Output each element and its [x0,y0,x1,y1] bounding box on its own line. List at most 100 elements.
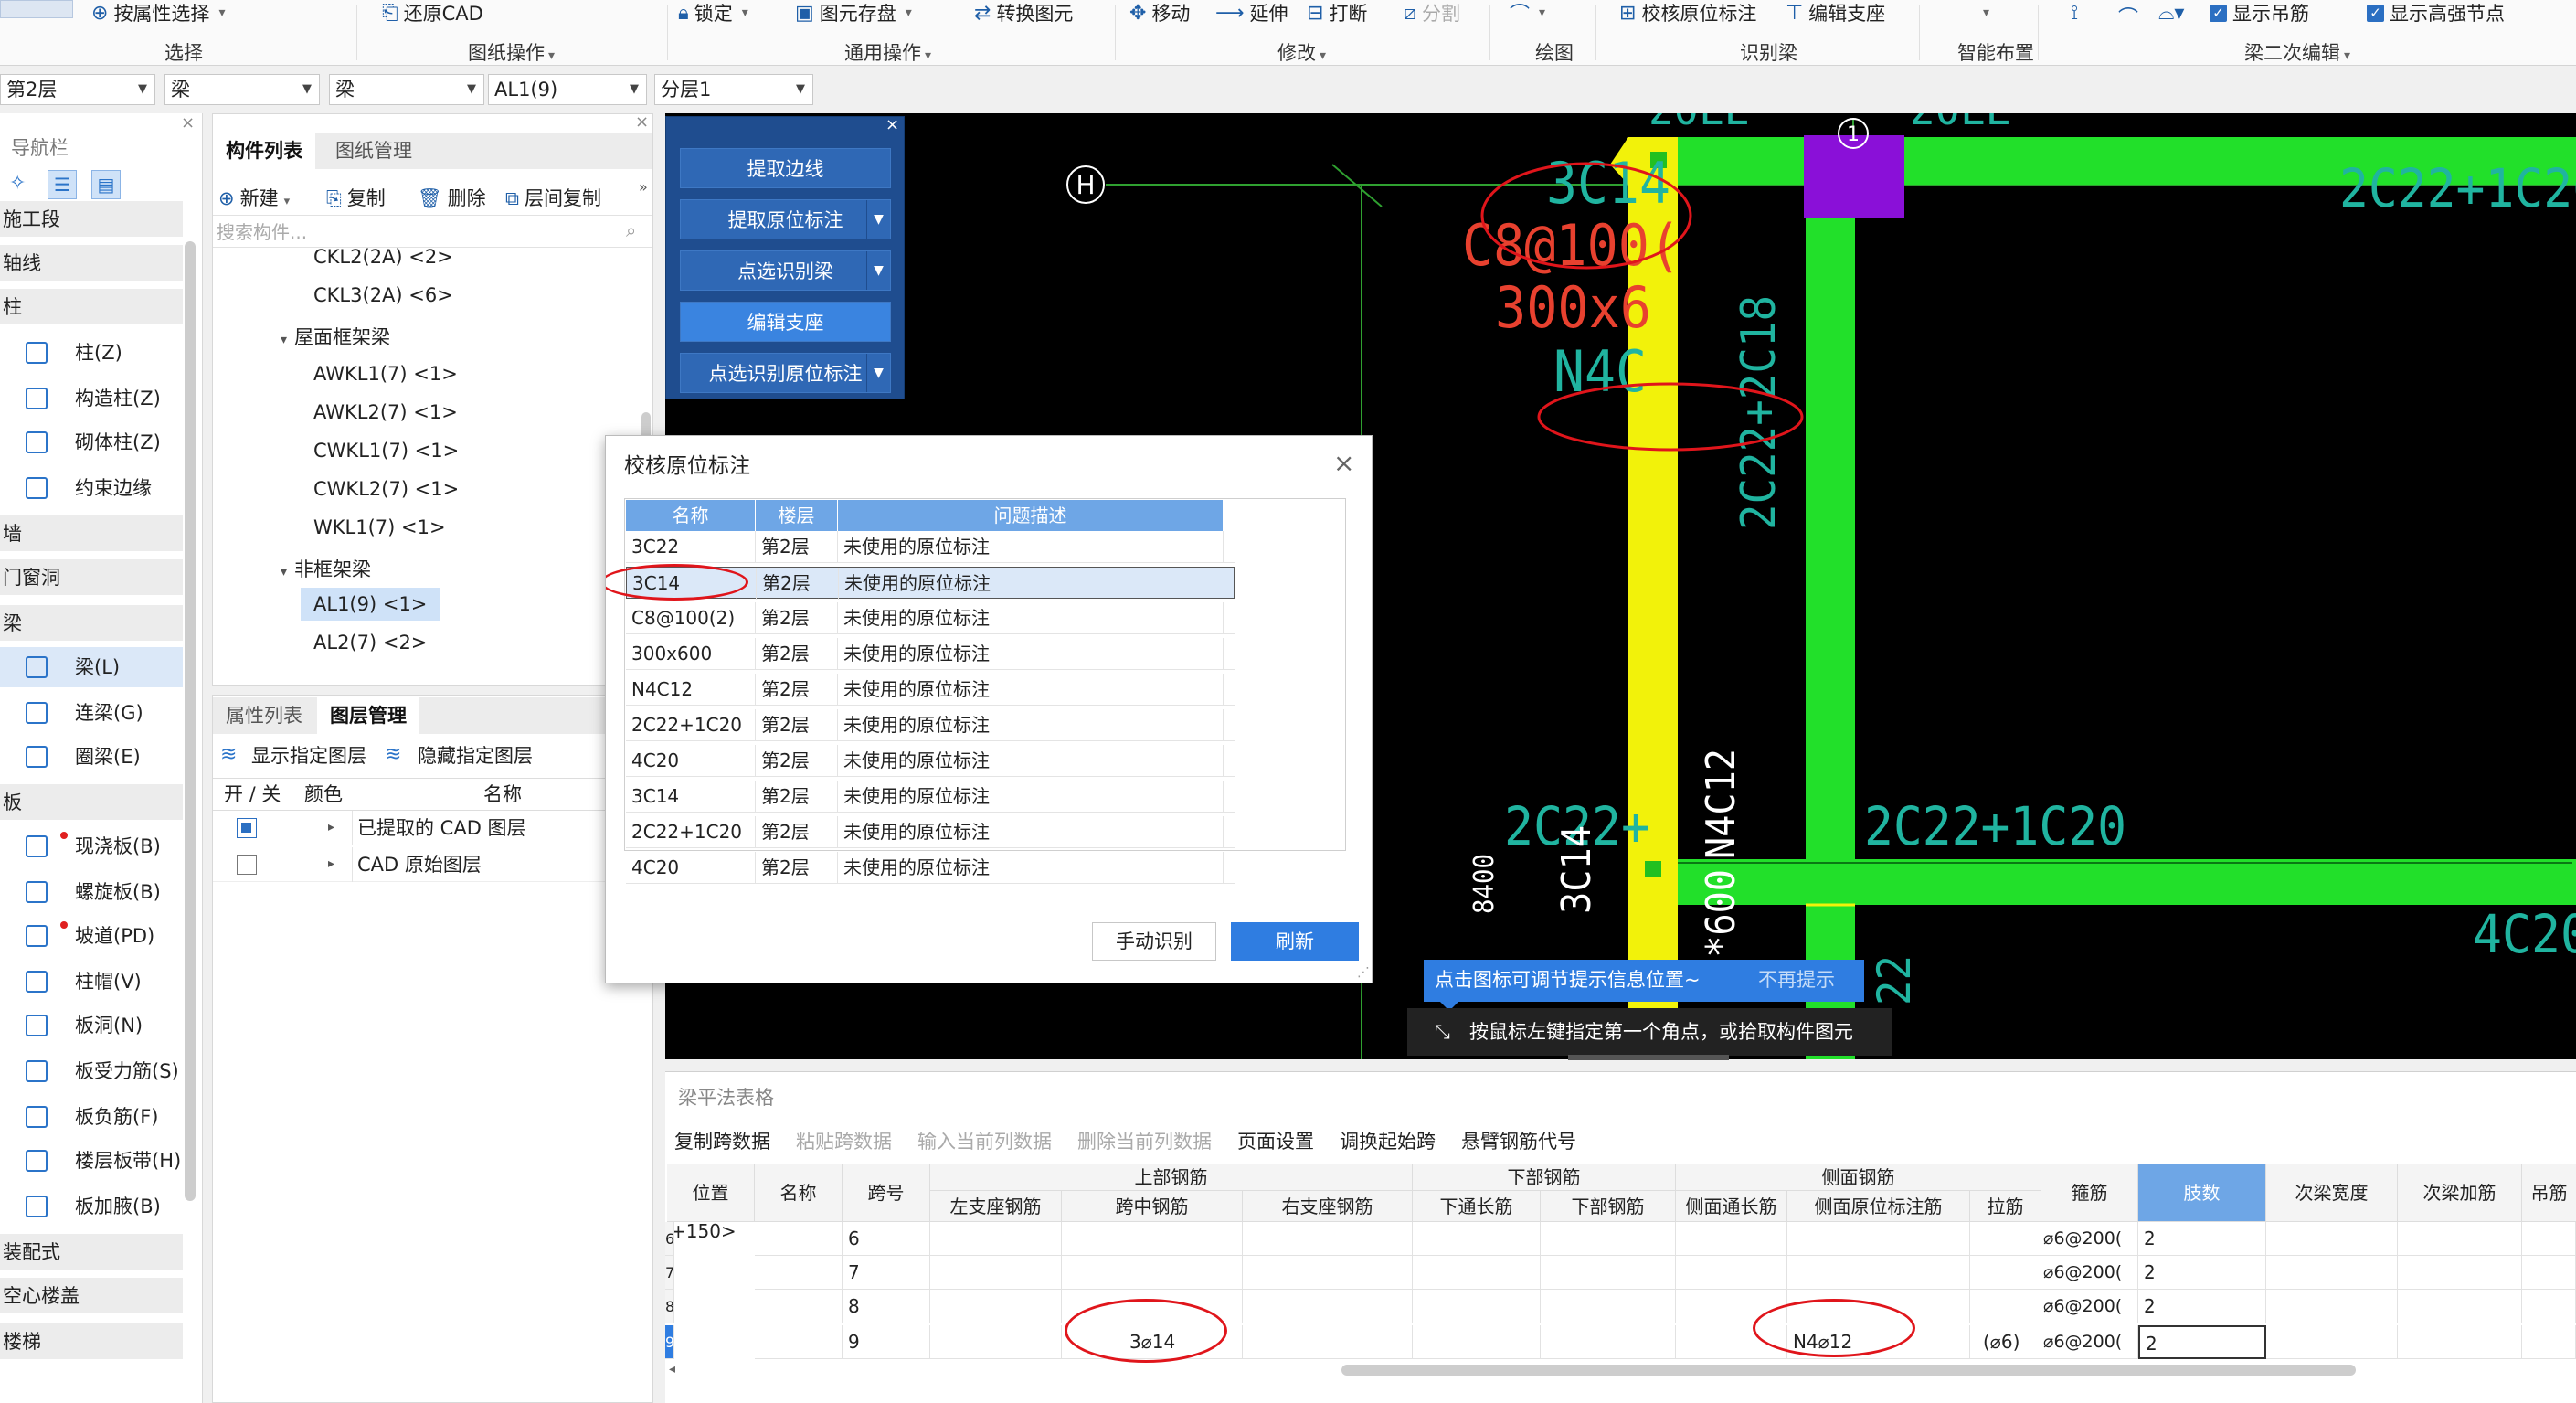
cell-side-in[interactable] [1787,1256,1970,1290]
nav-item[interactable]: 坡道(PD) [0,916,183,956]
comp-tool-button[interactable]: ⎘ 复制 [326,184,386,211]
col-side-tie[interactable]: 拉筋 [1970,1191,2041,1222]
tree-item[interactable]: AL2(7) <2> [313,632,427,654]
ribbon-group-label[interactable]: 图纸操作 [468,38,555,65]
cad-text[interactable]: 22 [1868,955,1921,1005]
ribbon-group-label[interactable]: 通用操作 [844,38,931,65]
canvas-hscroll[interactable] [1568,1055,1729,1060]
ribbon-extend[interactable]: ⟶ 延伸 [1215,2,1288,26]
row-index[interactable]: 7 [665,1256,674,1290]
cell-legs[interactable]: 2 [2138,1222,2266,1256]
cell-sec-add[interactable] [2398,1222,2522,1256]
cell-span[interactable]: 7 [843,1256,930,1290]
nav-category[interactable]: 轴线 [0,245,183,282]
expand-icon[interactable]: ▾ [281,333,287,347]
cell-bot-sub[interactable] [1541,1256,1676,1290]
layer-toggle-checkbox[interactable] [237,818,257,838]
dialog-row[interactable]: 2C22+1C20 第2层 未使用的原位标注 [626,709,1235,741]
nav-close-icon[interactable]: × [181,115,195,132]
col-bot-long[interactable]: 下通长筋 [1413,1191,1541,1222]
nav-item[interactable]: 板负筋(F) [0,1097,183,1137]
comp-tool-button[interactable]: ⧉ 层间复制 [505,184,601,211]
tree-item[interactable]: CKL3(2A) <6> [313,284,453,306]
secondary-edit-icon-2[interactable]: ⌒ [2118,2,2138,31]
support-point[interactable] [1645,861,1661,877]
cell-top-mid[interactable] [1062,1256,1243,1290]
cell-top-mid[interactable] [1062,1222,1243,1256]
cell-hanger[interactable] [2522,1256,2576,1290]
layer-toggle-checkbox[interactable] [237,855,257,875]
nav-scrollbar[interactable] [185,241,196,1201]
col-stirrup[interactable]: 箍筋 [2041,1164,2138,1222]
cell-side-long[interactable] [1676,1256,1787,1290]
cell-name[interactable] [755,1290,843,1323]
table-action-button[interactable]: 复制跨数据 [674,1127,770,1154]
expand-icon[interactable]: ▾ [281,565,287,579]
ribbon-break[interactable]: ⊟ 打断 [1307,2,1367,26]
tree-item[interactable]: WKL1(7) <1> [313,516,446,538]
layer-row[interactable]: ▸ CAD 原始图层 [213,847,652,882]
nav-pin-icon[interactable]: ✧ [9,172,26,195]
cell-hanger[interactable] [2522,1222,2576,1256]
chevron-down-icon[interactable]: ▼ [866,354,890,392]
ribbon-restore-cad[interactable]: ⎗ 还原CAD [382,2,483,26]
nav-category[interactable]: 墙 [0,515,183,552]
nav-item[interactable]: 板洞(N) [0,1005,183,1046]
select-button[interactable] [0,0,73,18]
comp-search-box[interactable]: 搜索构件... ⌕ [213,215,652,248]
manual-recognize-button[interactable]: 手动识别 [1092,922,1216,961]
smart-layout-dd-icon[interactable]: ▾ [1983,5,1989,20]
col-span[interactable]: 跨号 [843,1164,930,1222]
beam-vertical-green[interactable] [1806,185,1855,1059]
dialog-row[interactable]: 2C22+1C20 第2层 未使用的原位标注 [626,816,1235,848]
fpanel-button[interactable]: 提取边线 [680,148,891,188]
cad-text[interactable]: 2C22+1C20 [2339,157,2576,219]
combo-component[interactable]: AL1(9) ▼ [488,74,647,105]
comp-search-input[interactable]: 搜索构件... [217,223,307,241]
nav-category[interactable]: 板 [0,784,183,821]
beam-mid[interactable] [1674,859,2576,905]
cell-span[interactable]: 6 [843,1222,930,1256]
nav-item[interactable]: 柱(Z) [0,333,183,373]
ribbon-move[interactable]: ✥ 移动 [1129,2,1190,26]
show-layer-button[interactable]: 显示指定图层 [251,747,366,766]
fpanel-button[interactable]: 点选识别原位标注 ▼ [680,353,891,393]
cell-stirrup[interactable]: ⌀6@200( [2041,1256,2138,1290]
tree-item[interactable]: AL1(9) <1> [301,588,440,621]
cad-text[interactable]: 3C14 [1553,825,1600,914]
cad-text[interactable]: 8400 [1468,854,1500,914]
hide-layer-button[interactable]: 隐藏指定图层 [418,747,533,766]
cell-top-left[interactable] [930,1256,1062,1290]
nav-category[interactable]: 门窗洞 [0,559,183,596]
row-index[interactable]: 8 [665,1290,674,1323]
cell-side-in[interactable] [1787,1222,1970,1256]
row-index[interactable]: 9 [665,1325,674,1359]
nav-item[interactable]: 柱帽(V) [0,962,183,1002]
cell-sec-width[interactable] [2266,1290,2398,1323]
table-action-button[interactable]: 悬臂钢筋代号 [1461,1127,1576,1154]
combo-floor[interactable]: 第2层 ▼ [0,74,155,105]
checkbox-checked-icon[interactable]: ✓ [2210,4,2227,22]
ribbon-select-by-attr[interactable]: ⊕ 按属性选择 [91,2,225,26]
ribbon-lock[interactable]: 🔒︎ 锁定 [678,2,748,26]
cell-bot-sub[interactable] [1541,1222,1676,1256]
secondary-edit-icon-3[interactable]: ⌓▾ [2158,2,2184,25]
combo-sublayer[interactable]: 分层1 ▼ [654,74,813,105]
nav-category[interactable]: 装配式 [0,1234,183,1270]
ribbon-group-label[interactable]: 梁二次编辑 [2244,38,2350,65]
fpanel-button[interactable]: 点选识别梁 ▼ [680,250,891,291]
secondary-edit-icon-1[interactable]: ⟟ [2071,2,2078,25]
cad-text[interactable]: 4C20 [2473,903,2576,965]
nav-item[interactable]: 梁(L) [0,647,183,687]
chevron-down-icon[interactable]: ▼ [866,251,890,290]
comp-tool-button[interactable]: ⊕ 新建 ▾ [218,184,290,211]
col-top-left[interactable]: 左支座钢筋 [930,1191,1062,1222]
cell-name[interactable] [755,1222,843,1256]
dialog-row[interactable]: 3C14 第2层 未使用的原位标注 [626,781,1235,813]
table-action-button[interactable]: 页面设置 [1237,1127,1314,1154]
combo-category[interactable]: 梁 ▼ [164,74,320,105]
comp-tool-button[interactable]: 🗑︎ 删除 [418,184,486,211]
nav-item[interactable]: 楼层板带(H) [0,1141,183,1181]
dialog-resize-grip[interactable]: ⋰ [1357,966,1370,979]
nav-item[interactable]: 板受力筋(S) [0,1051,183,1091]
